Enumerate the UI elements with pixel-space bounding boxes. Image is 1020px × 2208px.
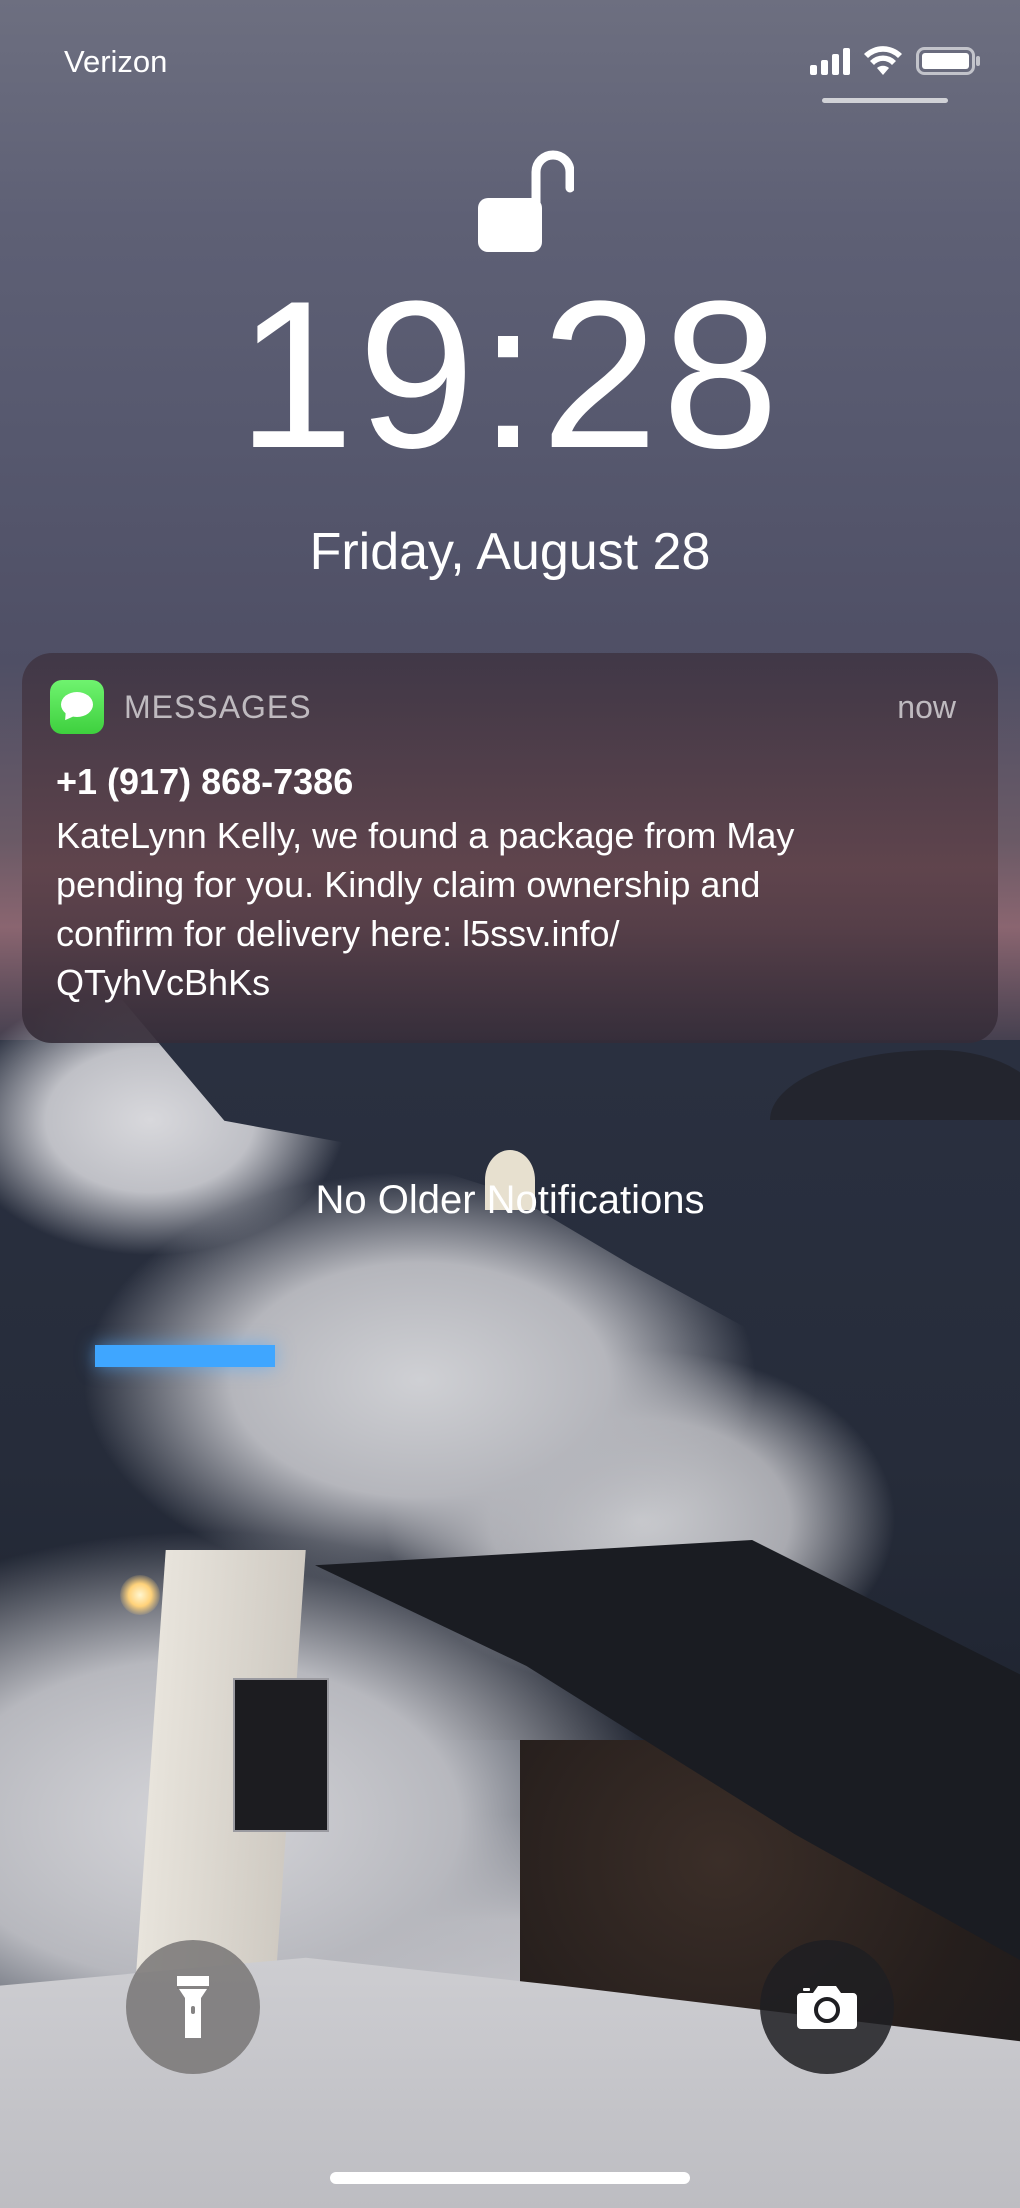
cellular-signal-icon [810, 47, 850, 75]
lock-screen: Verizon 19:28 Friday, August 28 MESSAGES… [0, 0, 1020, 2208]
notification-body-line: confirm for delivery here: l5ssv.info/ [56, 913, 620, 954]
notification-body-line: QTyhVcBhKs [56, 962, 271, 1003]
flashlight-button[interactable] [126, 1940, 260, 2074]
lock-date: Friday, August 28 [309, 523, 711, 581]
flashlight-icon [177, 1976, 209, 2038]
notification-body-line: pending for you. Kindly claim ownership … [56, 864, 761, 905]
wallpaper-lamp [120, 1575, 160, 1615]
camera-icon [797, 1986, 857, 2029]
battery-icon [916, 47, 980, 75]
camera-button[interactable] [760, 1940, 894, 2074]
lock-time: 19:28 [237, 257, 783, 492]
no-older-notifications-label: No Older Notifications [315, 1178, 705, 1222]
notification-app-name: MESSAGES [124, 689, 312, 725]
home-indicator[interactable] [330, 2172, 690, 2184]
wallpaper-sign [233, 1678, 329, 1832]
notification-body: KateLynn Kelly, we found a package from … [56, 811, 966, 1007]
message-notification[interactable]: MESSAGES now +1 (917) 868-7386 KateLynn … [22, 653, 998, 1043]
notification-body-line: KateLynn Kelly, we found a package from … [56, 815, 795, 856]
messages-app-icon [50, 680, 104, 734]
status-icons [810, 46, 982, 76]
notification-sender: +1 (917) 868-7386 [56, 761, 354, 802]
wallpaper-pool [95, 1345, 275, 1367]
notification-timestamp: now [897, 689, 956, 725]
carrier-label: Verizon [64, 44, 168, 79]
wifi-icon [864, 46, 902, 75]
unlocked-padlock-icon [478, 150, 574, 252]
control-center-indicator[interactable] [822, 98, 948, 103]
